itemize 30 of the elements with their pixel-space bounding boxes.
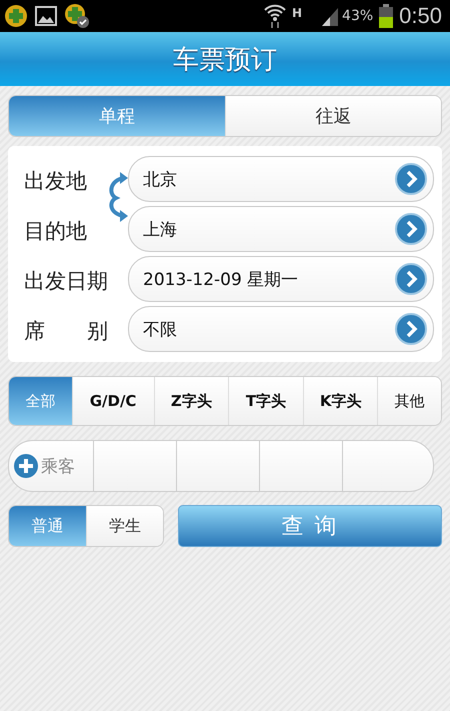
plus-icon	[13, 453, 39, 479]
ticket-type-tab[interactable]: 学生	[86, 506, 163, 546]
field-label: 出发日期	[24, 268, 109, 295]
train-type-tab[interactable]: Z字头	[154, 377, 228, 425]
image-icon	[34, 4, 58, 28]
field-label: 出发地	[24, 168, 88, 195]
battery-percent: 43%	[342, 8, 374, 24]
screen-title: 车票预订	[173, 44, 277, 76]
select-field[interactable]: 北京	[128, 156, 434, 202]
signal-icon	[320, 6, 340, 26]
arrow-right-icon	[395, 213, 427, 245]
app-icon	[4, 4, 28, 28]
select-field[interactable]: 2013-12-09 星期一	[128, 256, 434, 302]
train-type-tab[interactable]: G/D/C	[72, 377, 154, 425]
select-field[interactable]: 不限	[128, 306, 434, 352]
clock: 0:50	[399, 3, 442, 29]
arrow-right-icon	[395, 163, 427, 195]
network-type: H	[292, 6, 302, 20]
train-type-tab[interactable]: K字头	[302, 377, 378, 425]
select-field[interactable]: 上海	[128, 206, 434, 252]
trip-tab[interactable]: 往返	[224, 96, 441, 136]
field-label: 席 别	[24, 318, 109, 345]
battery-icon	[379, 4, 394, 28]
train-type-tab[interactable]: 其他	[377, 377, 441, 425]
train-type-tab[interactable]: T字头	[228, 377, 303, 425]
arrow-right-icon	[395, 313, 427, 345]
arrow-right-icon	[395, 263, 427, 295]
app-check-icon	[64, 3, 90, 29]
field-label: 目的地	[24, 218, 88, 245]
wifi-icon	[264, 3, 286, 29]
